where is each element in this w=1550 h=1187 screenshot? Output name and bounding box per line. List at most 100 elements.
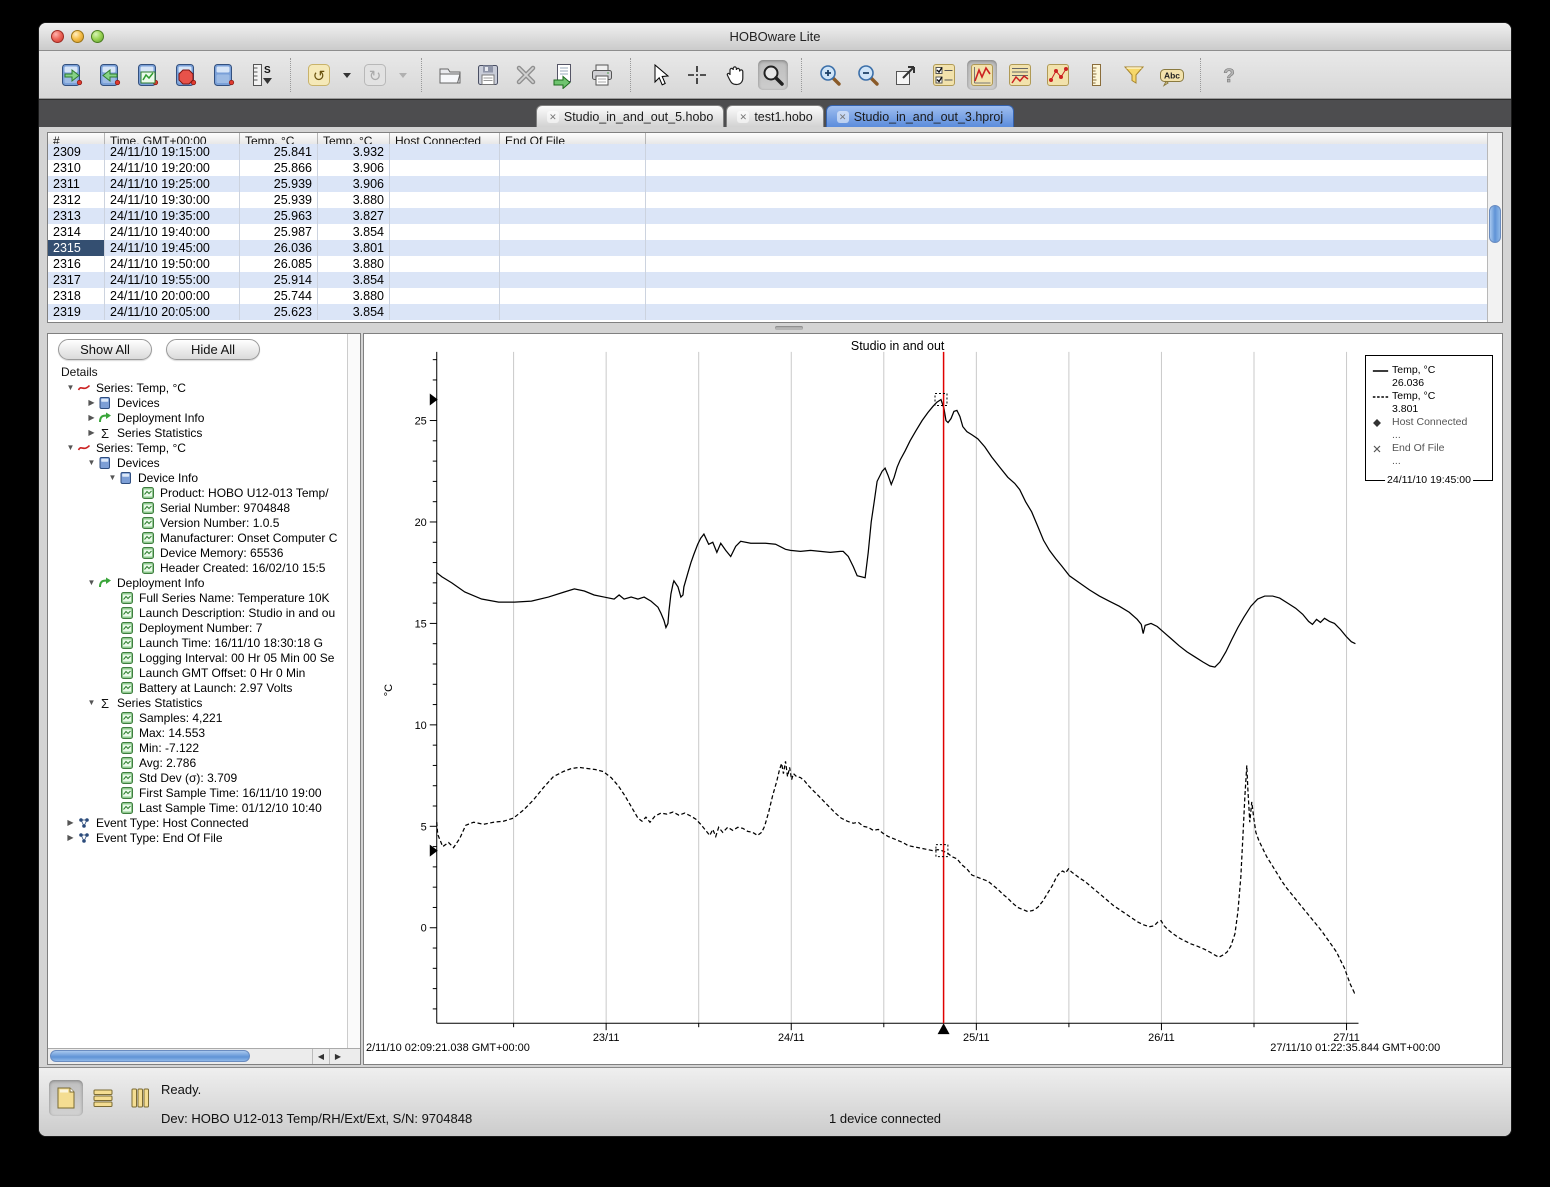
tree-item[interactable]: Last Sample Time: 01/12/10 10:40 — [48, 800, 346, 815]
table-cell[interactable]: 25.939 — [240, 176, 318, 192]
series-solid-line[interactable] — [437, 400, 1356, 668]
tree-item[interactable]: Version Number: 1.0.5 — [48, 515, 346, 530]
tab-Studio_in_and_out_5.hobo[interactable]: ✕Studio_in_and_out_5.hobo — [536, 105, 724, 127]
table-cell[interactable]: 2309 — [48, 144, 105, 160]
table-cell[interactable]: 2319 — [48, 304, 105, 320]
tab-test1.hobo[interactable]: ✕test1.hobo — [726, 105, 823, 127]
tree-item[interactable]: Logging Interval: 00 Hr 05 Min 00 Se — [48, 650, 346, 665]
tree-item[interactable]: ▼Devices — [48, 455, 346, 470]
series-dashed-line[interactable] — [437, 761, 1356, 992]
plot-device-button[interactable] — [133, 60, 163, 90]
tree-item[interactable]: Manufacturer: Onset Computer C — [48, 530, 346, 545]
series-checklist-button[interactable] — [929, 60, 959, 90]
tree-item[interactable]: Serial Number: 9704848 — [48, 500, 346, 515]
tree-item[interactable]: Min: -7.122 — [48, 740, 346, 755]
tab-Studio_in_and_out_3.hproj[interactable]: ✕Studio_in_and_out_3.hproj — [826, 105, 1014, 127]
tree-item[interactable]: Battery at Launch: 2.97 Volts — [48, 680, 346, 695]
table-cell[interactable] — [500, 256, 646, 272]
tree-item[interactable]: ▶Event Type: End Of File — [48, 830, 346, 845]
tree-item[interactable]: Launch Time: 16/11/10 18:30:18 G — [48, 635, 346, 650]
table-cell[interactable] — [500, 288, 646, 304]
tree-item[interactable]: ▼Deployment Info — [48, 575, 346, 590]
table-cell[interactable]: 24/11/10 19:30:00 — [105, 192, 240, 208]
horizontal-splitter[interactable] — [47, 323, 1503, 333]
table-cell[interactable]: 24/11/10 20:05:00 — [105, 304, 240, 320]
table-cell[interactable] — [390, 304, 500, 320]
table-cell[interactable] — [500, 192, 646, 208]
ruler-tool-button[interactable] — [1081, 60, 1111, 90]
table-cell[interactable]: 2314 — [48, 224, 105, 240]
table-cell[interactable]: 24/11/10 19:50:00 — [105, 256, 240, 272]
table-cell[interactable] — [500, 160, 646, 176]
zoom-out-button[interactable] — [853, 60, 883, 90]
tree-item[interactable]: ▶ΣSeries Statistics — [48, 425, 346, 440]
scrollbar-thumb[interactable] — [1489, 205, 1501, 243]
launch-device-button[interactable] — [57, 60, 87, 90]
table-cell[interactable]: 3.880 — [318, 192, 390, 208]
table-cell[interactable]: 3.906 — [318, 160, 390, 176]
disclosure-closed-icon[interactable]: ▶ — [64, 818, 77, 827]
redo-button[interactable]: ↻ — [360, 60, 390, 90]
table-cell[interactable]: 3.906 — [318, 176, 390, 192]
tree-item[interactable]: Max: 14.553 — [48, 725, 346, 740]
table-cell[interactable]: 3.880 — [318, 256, 390, 272]
disclosure-closed-icon[interactable]: ▶ — [64, 833, 77, 842]
table-row[interactable]: 231124/11/10 19:25:0025.9393.906 — [48, 176, 1487, 192]
table-cell[interactable]: 2310 — [48, 160, 105, 176]
tree-item[interactable]: Launch GMT Offset: 0 Hr 0 Min — [48, 665, 346, 680]
annotate-text-button[interactable]: Abc — [1157, 60, 1187, 90]
redo-menu-button[interactable] — [395, 60, 411, 90]
save-file-button[interactable] — [473, 60, 503, 90]
table-cell[interactable]: 3.854 — [318, 304, 390, 320]
table-cell[interactable] — [500, 176, 646, 192]
table-cell[interactable]: 2311 — [48, 176, 105, 192]
tree-item[interactable]: Launch Description: Studio in and ou — [48, 605, 346, 620]
select-device-button[interactable]: S — [247, 60, 277, 90]
disclosure-closed-icon[interactable]: ▶ — [85, 428, 98, 437]
table-cell[interactable]: 24/11/10 19:20:00 — [105, 160, 240, 176]
table-row[interactable]: 231524/11/10 19:45:0026.0363.801 — [48, 240, 1487, 256]
table-row[interactable]: 231024/11/10 19:20:0025.8663.906 — [48, 160, 1487, 176]
export-data-button[interactable] — [549, 60, 579, 90]
table-cell[interactable] — [390, 208, 500, 224]
table-cell[interactable] — [390, 272, 500, 288]
table-row[interactable]: 231824/11/10 20:00:0025.7443.880 — [48, 288, 1487, 304]
table-cell[interactable] — [500, 304, 646, 320]
table-cell[interactable]: 25.841 — [240, 144, 318, 160]
table-cell[interactable] — [390, 176, 500, 192]
tree-item[interactable]: ▶Event Type: Host Connected — [48, 815, 346, 830]
tree-item[interactable]: Full Series Name: Temperature 10K — [48, 590, 346, 605]
table-cell[interactable] — [500, 208, 646, 224]
table-cell[interactable]: 24/11/10 19:45:00 — [105, 240, 240, 256]
tree-item[interactable]: ▶Devices — [48, 395, 346, 410]
table-cell[interactable]: 24/11/10 19:40:00 — [105, 224, 240, 240]
crosshair-tool-button[interactable] — [682, 60, 712, 90]
list-view-button[interactable] — [86, 1080, 120, 1116]
table-cell[interactable] — [390, 256, 500, 272]
tree-item[interactable]: Deployment Number: 7 — [48, 620, 346, 635]
table-cell[interactable]: 25.987 — [240, 224, 318, 240]
table-cell[interactable] — [500, 224, 646, 240]
details-horizontal-scrollbar[interactable]: ◀ ▶ — [48, 1048, 360, 1064]
table-vertical-scrollbar[interactable] — [1487, 133, 1502, 322]
table-cell[interactable]: 25.623 — [240, 304, 318, 320]
disclosure-open-icon[interactable]: ▼ — [85, 458, 98, 467]
stop-device-button[interactable] — [171, 60, 201, 90]
table-cell[interactable] — [500, 272, 646, 288]
table-cell[interactable]: 3.854 — [318, 272, 390, 288]
undo-menu-button[interactable] — [339, 60, 355, 90]
show-all-button[interactable]: Show All — [58, 339, 152, 360]
table-cell[interactable]: 3.801 — [318, 240, 390, 256]
table-row[interactable]: 231724/11/10 19:55:0025.9143.854 — [48, 272, 1487, 288]
pointer-tool-button[interactable] — [644, 60, 674, 90]
table-cell[interactable]: 2312 — [48, 192, 105, 208]
tab-close-icon[interactable]: ✕ — [547, 111, 559, 123]
tree-item[interactable]: Device Memory: 65536 — [48, 545, 346, 560]
table-cell[interactable]: 2317 — [48, 272, 105, 288]
table-cell[interactable]: 24/11/10 20:00:00 — [105, 288, 240, 304]
readout-device-button[interactable] — [95, 60, 125, 90]
table-cell[interactable]: 24/11/10 19:55:00 — [105, 272, 240, 288]
table-cell[interactable] — [390, 144, 500, 160]
table-cell[interactable] — [390, 288, 500, 304]
tree-item[interactable]: Std Dev (σ): 3.709 — [48, 770, 346, 785]
